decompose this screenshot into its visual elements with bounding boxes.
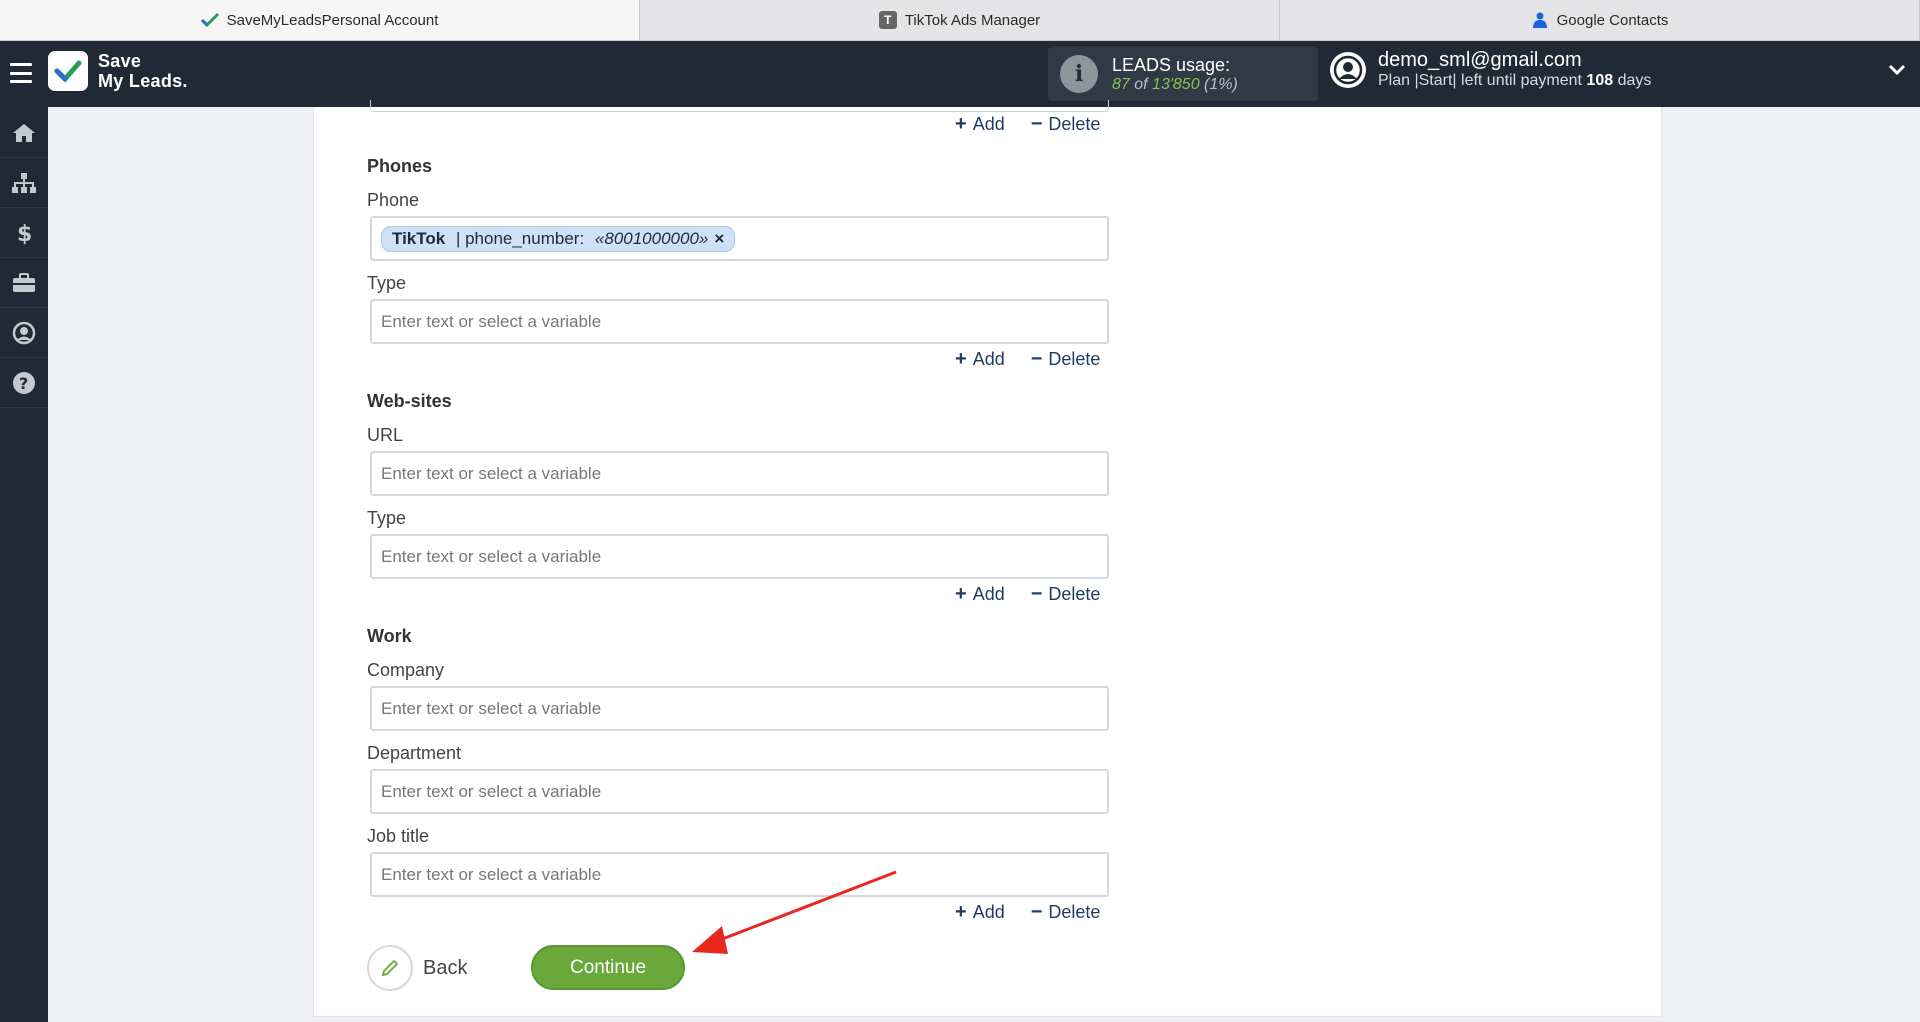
sidebar-item-profile[interactable]: [0, 308, 48, 358]
logo-check-icon: [48, 51, 88, 91]
label-url: URL: [367, 425, 404, 445]
sidebar: $ ?: [0, 107, 48, 1022]
label-website-type: Type: [367, 508, 407, 528]
minus-icon: −: [1030, 901, 1043, 923]
leads-usage-count: 87 of 13'850 (1%): [1112, 75, 1238, 93]
browser-tab-tiktok[interactable]: T TikTok Ads Manager: [640, 0, 1280, 40]
sidebar-item-help[interactable]: ?: [0, 358, 48, 408]
sidebar-item-billing[interactable]: $: [0, 208, 48, 258]
sidebar-item-tools[interactable]: [0, 258, 48, 308]
website-type-input[interactable]: [370, 534, 1109, 579]
section-title-work: Work: [367, 626, 412, 646]
leads-usage-title: LEADS usage:: [1112, 54, 1231, 75]
check-icon: [200, 11, 219, 29]
sidebar-item-home[interactable]: [0, 108, 48, 158]
field-actions: + Add − Delete: [955, 583, 1100, 606]
delete-button[interactable]: − Delete: [1031, 901, 1101, 924]
label-phone-type: Type: [367, 273, 407, 293]
chip-remove-icon[interactable]: ×: [714, 229, 724, 249]
user-circle-icon: [12, 321, 36, 344]
field-actions: + Add − Delete: [955, 113, 1100, 136]
info-icon: i: [1060, 55, 1098, 93]
account-email: demo_sml@gmail.com: [1378, 49, 1582, 71]
url-input[interactable]: [370, 451, 1109, 496]
account-plan: Plan |Start| left until payment 108 days: [1378, 72, 1652, 89]
browser-tab-bar: SaveMyLeadsPersonal Account T TikTok Ads…: [0, 0, 1920, 41]
leads-usage-box: i LEADS usage: 87 of 13'850 (1%): [1048, 47, 1318, 101]
app-header: Save My Leads. i LEADS usage: 87 of 13'8…: [0, 41, 1920, 107]
section-title-phones: Phones: [367, 156, 433, 176]
label-department: Department: [367, 743, 462, 763]
browser-tab-label: SaveMyLeadsPersonal Account: [226, 11, 439, 29]
dollar-icon: $: [17, 222, 32, 245]
t-letter-icon: T: [878, 11, 897, 29]
plus-icon: +: [955, 901, 967, 923]
minus-icon: −: [1030, 583, 1043, 605]
sidebar-item-connections[interactable]: [0, 158, 48, 208]
chevron-down-icon[interactable]: [1888, 63, 1906, 81]
add-button[interactable]: + Add: [955, 113, 1005, 136]
logo[interactable]: Save My Leads.: [48, 51, 188, 91]
delete-button[interactable]: − Delete: [1031, 348, 1101, 371]
svg-text:?: ?: [19, 374, 28, 393]
previous-field-bottom: [370, 100, 1109, 112]
label-company: Company: [367, 660, 445, 680]
company-input[interactable]: [370, 686, 1109, 731]
department-input[interactable]: [370, 769, 1109, 814]
person-icon: [1531, 11, 1549, 29]
minus-icon: −: [1030, 113, 1043, 135]
browser-tab-label: Google Contacts: [1556, 11, 1669, 29]
logo-line-2: My Leads.: [98, 71, 188, 91]
variable-chip[interactable]: TikTok | phone_number: «8001000000» ×: [381, 225, 736, 252]
home-icon: [13, 123, 35, 142]
pencil-icon: [367, 945, 413, 991]
browser-tab-google-contacts[interactable]: Google Contacts: [1280, 0, 1920, 40]
field-actions: + Add − Delete: [955, 348, 1100, 371]
add-button[interactable]: + Add: [955, 901, 1005, 924]
browser-tab-label: TikTok Ads Manager: [904, 11, 1041, 29]
field-actions: + Add − Delete: [955, 901, 1100, 924]
delete-button[interactable]: − Delete: [1031, 583, 1101, 606]
label-job-title: Job title: [367, 826, 430, 846]
label-phone: Phone: [367, 190, 420, 210]
briefcase-icon: [13, 272, 35, 292]
minus-icon: −: [1030, 348, 1043, 370]
section-title-websites: Web-sites: [367, 391, 452, 411]
back-button[interactable]: Back: [367, 945, 467, 991]
plus-icon: +: [955, 583, 967, 605]
logo-line-1: Save: [98, 51, 142, 71]
continue-button[interactable]: Continue: [531, 945, 685, 990]
phone-type-input[interactable]: [370, 299, 1109, 344]
browser-tab-savemyleads[interactable]: SaveMyLeadsPersonal Account: [0, 0, 640, 40]
plus-icon: +: [955, 348, 967, 370]
hamburger-menu-icon[interactable]: [10, 63, 32, 83]
phone-field[interactable]: TikTok | phone_number: «8001000000» ×: [370, 216, 1109, 261]
add-button[interactable]: + Add: [955, 348, 1005, 371]
back-label: Back: [423, 956, 468, 979]
add-button[interactable]: + Add: [955, 583, 1005, 606]
account-info[interactable]: demo_sml@gmail.com Plan |Start| left unt…: [1330, 49, 1651, 90]
delete-button[interactable]: − Delete: [1031, 113, 1101, 136]
svg-text:$: $: [17, 222, 32, 245]
job-title-input[interactable]: [370, 852, 1109, 897]
avatar-icon: [1330, 51, 1366, 88]
help-icon: ?: [13, 371, 35, 394]
plus-icon: +: [955, 113, 967, 135]
sitemap-icon: [12, 172, 36, 193]
